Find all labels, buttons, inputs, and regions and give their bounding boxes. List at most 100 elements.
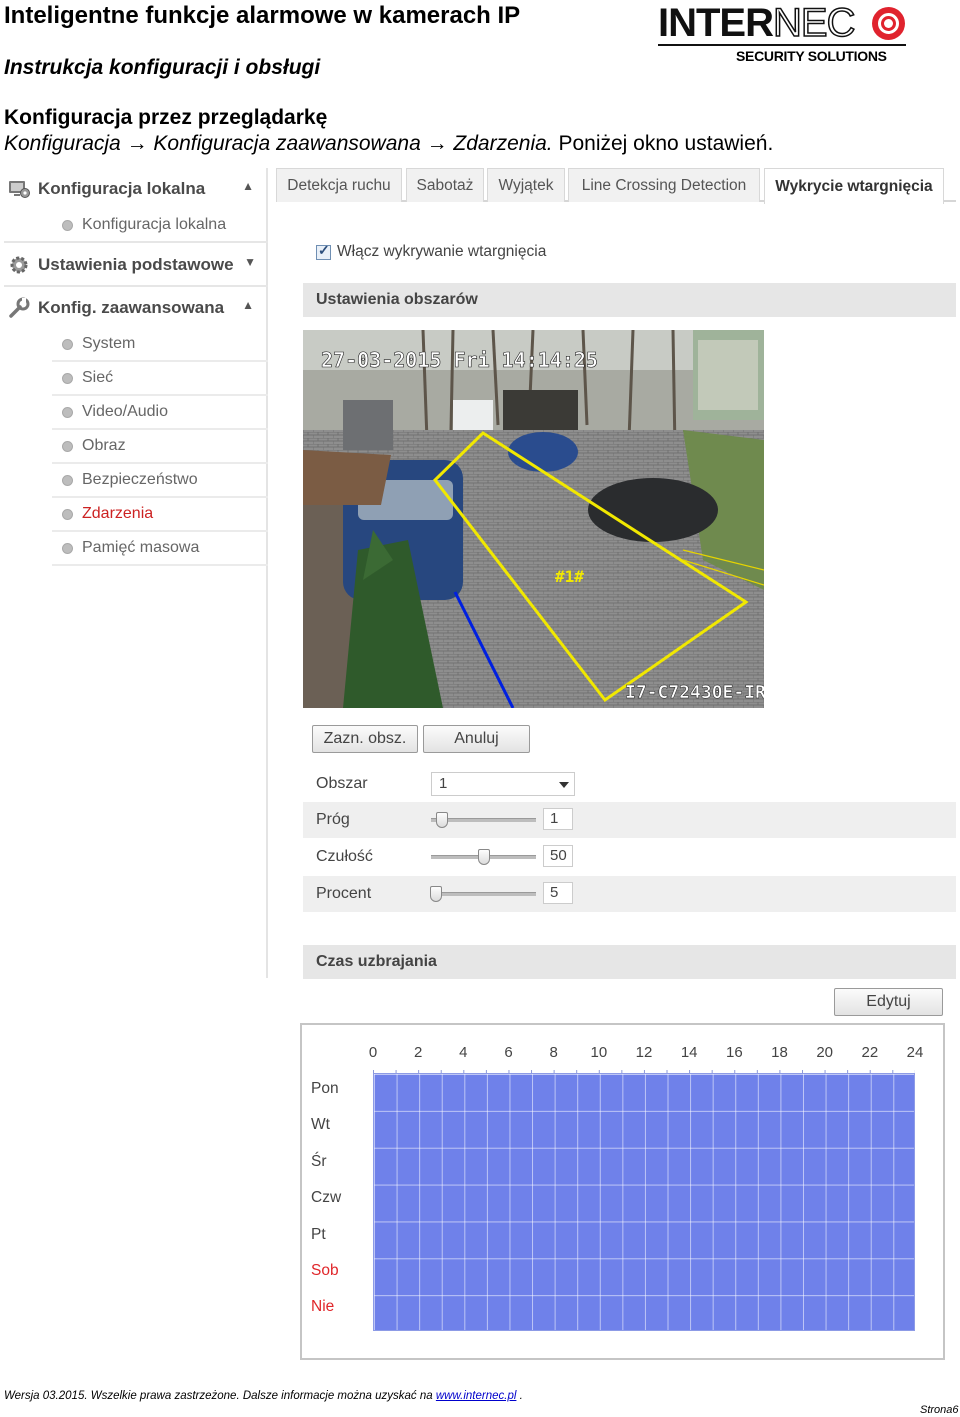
day-label: Śr	[311, 1152, 327, 1170]
document-title: Inteligentne funkcje alarmowe w kamerach…	[4, 2, 521, 29]
sensitivity-label: Czułość	[316, 848, 373, 865]
sidebar-item-label: Konfiguracja lokalna	[82, 216, 227, 233]
hour-label: 10	[590, 1044, 608, 1061]
sensitivity-value[interactable]: 50	[543, 845, 573, 867]
dropdown-arrow-icon	[559, 782, 569, 788]
edit-schedule-button[interactable]: Edytuj	[834, 988, 943, 1016]
camera-preview[interactable]: 27-03-2015 Fri 14:14:25 #1# I7-C72430E-I…	[303, 330, 764, 708]
threshold-value[interactable]: 1	[543, 808, 573, 830]
sidebar-item-security[interactable]: Bezpieczeństwo	[52, 464, 268, 498]
day-label: Nie	[311, 1298, 335, 1316]
sidebar-item-network[interactable]: Sieć	[52, 362, 268, 396]
enable-intrusion-label: Włącz wykrywanie wtargnięcia	[337, 243, 547, 260]
schedule-grid[interactable]	[373, 1073, 915, 1331]
monitor-gear-icon	[8, 178, 30, 200]
hour-label: 14	[680, 1044, 698, 1061]
wrench-icon	[8, 297, 30, 319]
sidebar-item-storage[interactable]: Pamięć masowa	[52, 532, 268, 566]
area-label: Obszar	[316, 775, 368, 792]
sidebar: Konfiguracja lokalna ▲ Konfiguracja loka…	[4, 168, 268, 978]
bullet-icon	[62, 406, 73, 418]
tab-line-crossing[interactable]: Line Crossing Detection	[568, 168, 760, 202]
hour-label: 4	[459, 1044, 468, 1061]
enable-intrusion-checkbox[interactable]	[316, 242, 331, 260]
sidebar-section-advanced-config[interactable]: Konfig. zaawansowana ▲	[8, 292, 268, 324]
param-row-bg	[303, 802, 956, 838]
zone-label: #1#	[555, 567, 584, 586]
tab-tampering[interactable]: Sabotaż	[406, 168, 484, 202]
tab-motion-detection[interactable]: Detekcja ruchu	[276, 168, 402, 202]
percent-slider-thumb[interactable]	[430, 886, 443, 902]
section-heading: Konfiguracja przez przeglądarkę	[4, 106, 328, 129]
sidebar-item-label: System	[82, 335, 136, 352]
camera-timestamp: 27-03-2015 Fri 14:14:25	[321, 348, 598, 372]
day-label: Pt	[311, 1225, 326, 1243]
logo-brand-bold: INTER	[658, 1, 774, 45]
sidebar-item-events[interactable]: Zdarzenia	[52, 498, 268, 532]
document-subtitle: Instrukcja konfiguracji i obsługi	[4, 56, 321, 79]
hour-label: 24	[906, 1044, 924, 1061]
day-label: Wt	[311, 1116, 330, 1134]
day-label: Sob	[311, 1262, 339, 1279]
camera-scene: 27-03-2015 Fri 14:14:25 #1# I7-C72430E-I…	[303, 330, 764, 708]
breadcrumb-path: Konfiguracja → Konfiguracja zaawansowana…	[4, 132, 553, 155]
percent-value[interactable]: 5	[543, 882, 573, 904]
bullet-icon	[62, 508, 73, 520]
area-select[interactable]: 1	[431, 772, 575, 796]
sidebar-item-image[interactable]: Obraz	[52, 430, 268, 464]
hour-label: 6	[504, 1044, 513, 1061]
bullet-icon	[62, 542, 73, 554]
area-settings-header: Ustawienia obszarów	[303, 283, 956, 317]
tab-intrusion-detection[interactable]: Wykrycie wtargnięcia	[764, 168, 944, 204]
logo-brand-outline: NEC	[772, 1, 856, 45]
internec-logo: INTERNEC SECURITY SOLUTIONS	[658, 1, 908, 66]
sidebar-item-label: Zdarzenia	[82, 505, 154, 522]
sidebar-item-local-config[interactable]: Konfiguracja lokalna	[52, 208, 268, 242]
page-number: Strona6	[920, 1404, 959, 1416]
sidebar-item-label: Video/Audio	[82, 403, 168, 420]
sidebar-item-system[interactable]: System	[52, 328, 268, 362]
bullet-icon	[62, 338, 73, 350]
divider	[4, 285, 268, 287]
sidebar-item-label: Pamięć masowa	[82, 539, 200, 556]
hour-label: 16	[725, 1044, 743, 1061]
tab-bar: Detekcja ruchu Sabotaż Wyjątek Line Cros…	[276, 168, 956, 204]
logo-rule	[658, 44, 906, 46]
sidebar-section-label: Konfiguracja lokalna	[38, 179, 206, 198]
hour-label: 20	[816, 1044, 833, 1061]
logo-tagline: SECURITY SOLUTIONS	[736, 48, 887, 64]
draw-area-button[interactable]: Zazn. obsz.	[312, 725, 418, 753]
footer-link[interactable]: www.internec.pl	[436, 1390, 517, 1402]
footer-suffix: .	[516, 1390, 523, 1402]
day-label: Pon	[311, 1080, 339, 1097]
footer-text: Wersja 03.2015. Wszelkie prawa zastrzeżo…	[4, 1390, 436, 1402]
gear-icon	[8, 254, 30, 276]
sidebar-section-basic-settings[interactable]: Ustawienia podstawowe ▼	[8, 249, 268, 281]
tab-exception[interactable]: Wyjątek	[487, 168, 565, 202]
bullet-icon	[62, 219, 73, 231]
percent-slider[interactable]	[431, 892, 536, 896]
chevron-up-icon[interactable]: ▲	[242, 179, 254, 193]
hour-label: 18	[771, 1044, 788, 1061]
footer: Wersja 03.2015. Wszelkie prawa zastrzeżo…	[4, 1390, 523, 1402]
hour-label: 22	[861, 1044, 879, 1061]
sidebar-item-video-audio[interactable]: Video/Audio	[52, 396, 268, 430]
hour-label: 0	[368, 1044, 378, 1061]
sidebar-section-label: Ustawienia podstawowe	[38, 255, 234, 274]
sidebar-section-local-config[interactable]: Konfiguracja lokalna ▲	[8, 173, 268, 205]
logo-target-icon	[872, 7, 905, 40]
sidebar-item-label: Obraz	[82, 437, 126, 454]
param-row-bg	[303, 876, 956, 912]
arming-schedule-header: Czas uzbrajania	[303, 945, 956, 979]
threshold-label: Próg	[316, 811, 350, 828]
chevron-up-icon[interactable]: ▲	[242, 298, 254, 312]
divider	[4, 241, 268, 243]
hour-label: 12	[635, 1044, 653, 1061]
sensitivity-slider-thumb[interactable]	[477, 849, 490, 865]
bullet-icon	[62, 440, 73, 452]
enable-intrusion-row[interactable]: Włącz wykrywanie wtargnięcia	[316, 242, 547, 261]
cancel-button[interactable]: Anuluj	[423, 725, 530, 753]
hour-label: 2	[413, 1044, 423, 1061]
threshold-slider-thumb[interactable]	[435, 812, 448, 828]
chevron-down-icon[interactable]: ▼	[244, 255, 256, 269]
